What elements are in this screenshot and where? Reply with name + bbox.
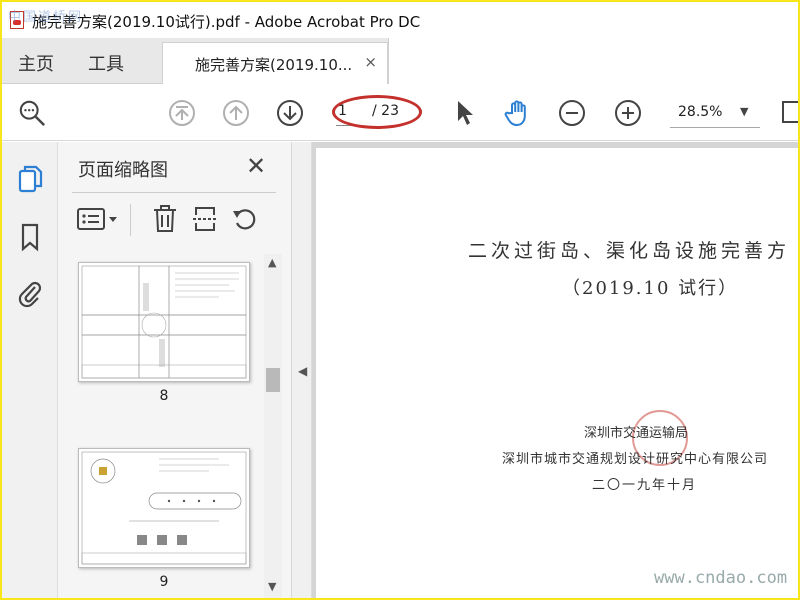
close-panel-icon[interactable]: ✕ — [246, 152, 266, 180]
window-title: 施完善方案(2019.10试行).pdf - Adobe Acrobat Pro… — [32, 13, 421, 31]
thumbnail-page-9[interactable] — [78, 448, 250, 568]
document-subtitle: （2019.10 试行） — [562, 278, 739, 299]
page-thumbnails-icon[interactable] — [16, 164, 44, 194]
document-tab-label: 施完善方案(2019.10... — [195, 56, 353, 74]
panel-title: 页面缩略图 — [78, 160, 168, 181]
thumbnail-list: 8 9 — [58, 254, 266, 598]
zoom-in-icon[interactable] — [614, 99, 642, 127]
document-view[interactable]: 二次过街岛、渠化岛设施完善方 （2019.10 试行） 深圳市交通运输局 深圳市… — [312, 142, 798, 598]
document-tab[interactable]: 施完善方案(2019.10... × — [162, 42, 388, 84]
scroll-down-icon[interactable]: ▼ — [268, 580, 276, 593]
chevron-left-icon[interactable]: ◀ — [298, 364, 307, 378]
menu-tools[interactable]: 工具 — [88, 50, 124, 76]
panel-collapse-bar[interactable]: ◀ — [292, 142, 312, 598]
extract-pages-icon[interactable] — [190, 204, 220, 234]
rotate-icon[interactable] — [230, 204, 260, 234]
document-page: 二次过街岛、渠化岛设施完善方 （2019.10 试行） 深圳市交通运输局 深圳市… — [316, 148, 798, 598]
thumbnail-label: 9 — [159, 574, 169, 590]
options-menu-icon[interactable] — [76, 204, 120, 234]
site-watermark: www.cndao.com — [654, 568, 788, 588]
title-bar: 施完善方案(2019.10试行).pdf - Adobe Acrobat Pro… — [2, 2, 798, 38]
close-tab-icon[interactable]: × — [364, 53, 377, 71]
navigation-rail — [2, 142, 58, 598]
zoom-level-select[interactable]: 28.5% — [678, 104, 722, 120]
panel-divider — [72, 192, 276, 193]
next-page-icon[interactable] — [276, 99, 304, 127]
scrollbar-thumb[interactable] — [266, 368, 280, 392]
first-page-icon[interactable] — [168, 99, 196, 127]
document-date: 二〇一九年十月 — [592, 478, 698, 493]
document-organization-1: 深圳市交通运输局 — [584, 426, 689, 441]
acrobat-window: 施完善方案(2019.10试行).pdf - Adobe Acrobat Pro… — [2, 2, 798, 598]
thumbnail-page-8[interactable] — [78, 262, 250, 382]
panel-toolbar — [72, 200, 282, 240]
zoom-out-icon[interactable] — [558, 99, 586, 127]
scroll-up-icon[interactable]: ▲ — [268, 256, 276, 269]
document-organization-2: 深圳市城市交通规划设计研究中心有限公司 — [502, 452, 769, 467]
thumbnail-scrollbar[interactable]: ▲ ▼ — [264, 254, 282, 598]
tab-bar-fill — [388, 38, 798, 84]
select-cursor-icon[interactable] — [450, 99, 478, 127]
bookmark-icon[interactable] — [16, 222, 44, 252]
chevron-down-icon[interactable]: ▼ — [740, 105, 748, 118]
previous-page-icon[interactable] — [222, 99, 250, 127]
search-icon[interactable] — [18, 99, 46, 127]
zoom-underline — [670, 127, 760, 128]
document-title: 二次过街岛、渠化岛设施完善方 — [468, 240, 791, 262]
delete-page-icon[interactable] — [150, 204, 180, 234]
corner-watermark: 中国道桥网 — [8, 10, 84, 25]
comment-tool-icon[interactable] — [782, 101, 798, 123]
tool-separator — [130, 204, 131, 236]
tab-bar: 主页 工具 施完善方案(2019.10... × — [2, 38, 798, 84]
thumbnail-label: 8 — [159, 388, 169, 404]
red-annotation-oval — [332, 95, 422, 129]
toolbar: 1 / 23 28.5% ▼ — [2, 85, 798, 141]
menu-home[interactable]: 主页 — [18, 50, 54, 76]
hand-tool-icon[interactable] — [504, 99, 532, 127]
thumbnails-panel: 页面缩略图 ✕ 8 9 ▲ ▼ — [58, 142, 292, 598]
attachment-icon[interactable] — [16, 278, 44, 308]
